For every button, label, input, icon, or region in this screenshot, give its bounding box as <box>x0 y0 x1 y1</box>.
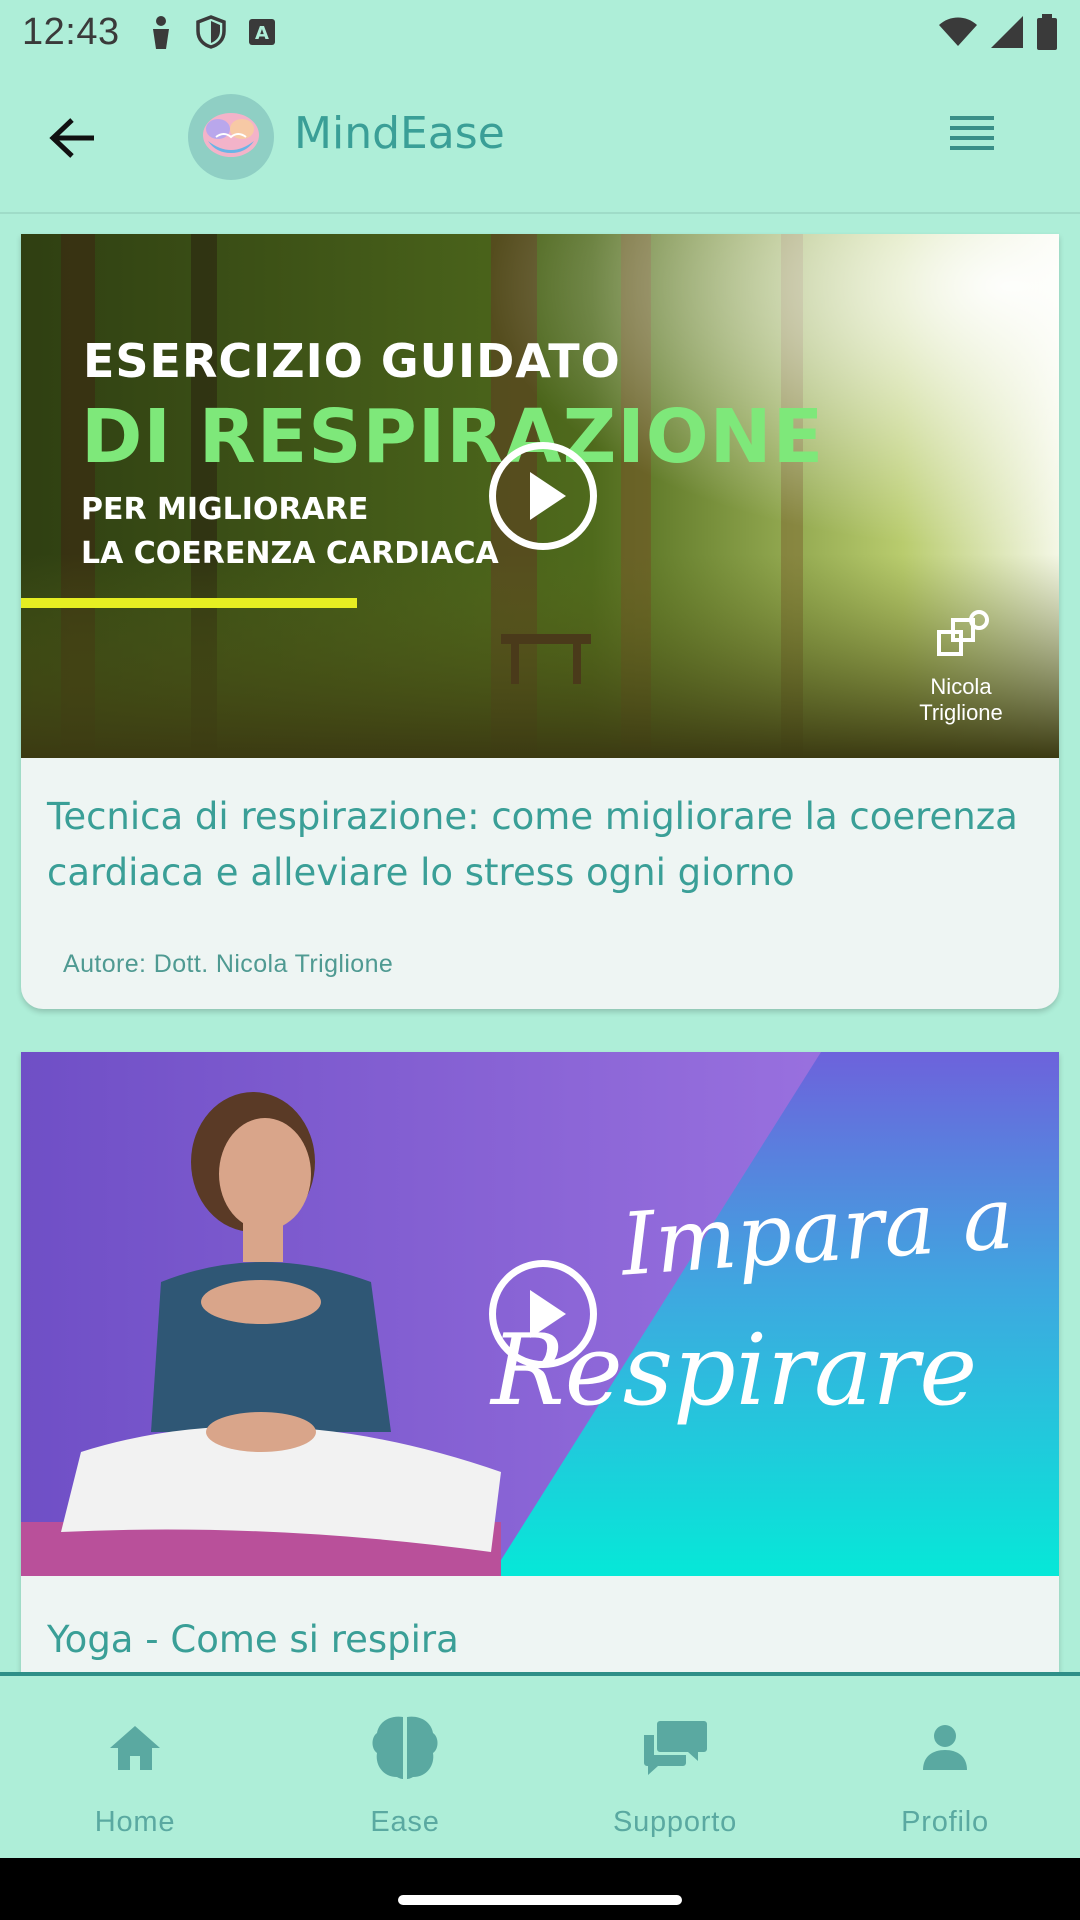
menu-button[interactable] <box>950 112 1000 162</box>
chat-icon <box>639 1712 711 1784</box>
battery-icon <box>1037 14 1057 50</box>
video-card[interactable]: Impara a Respirare Yoga - Come si respir… <box>21 1052 1059 1672</box>
svg-text:A: A <box>255 23 269 44</box>
nav-label: Home <box>94 1806 176 1838</box>
brand-cubes-icon <box>937 610 989 656</box>
brain-logo-icon <box>203 113 259 157</box>
play-button[interactable] <box>489 1260 597 1368</box>
thumbnail-subheading: LA COERENZA CARDIACA <box>81 536 499 571</box>
play-icon <box>530 472 566 520</box>
shield-icon <box>195 15 226 49</box>
app-title: MindEase <box>294 108 505 159</box>
play-icon <box>530 1290 566 1338</box>
arrow-back-icon <box>49 118 94 158</box>
nav-item-home[interactable]: Home <box>0 1676 270 1858</box>
thumbnail-heading-highlight: DI RESPIRAZIONE <box>81 394 825 480</box>
play-button[interactable] <box>489 442 597 550</box>
video-card[interactable]: ESERCIZIO GUIDATO DI RESPIRAZIONE PER MI… <box>21 234 1059 1009</box>
nav-item-profilo[interactable]: Profilo <box>810 1676 1080 1858</box>
person-icon <box>909 1712 981 1784</box>
nav-item-supporto[interactable]: Supporto <box>540 1676 810 1858</box>
nav-label: Profilo <box>901 1806 989 1838</box>
app-bar: MindEase <box>0 64 1080 212</box>
thumbnail-subheading: PER MIGLIORARE <box>81 492 369 527</box>
brain-icon <box>369 1712 441 1784</box>
thumbnail-accent-bar <box>21 598 357 608</box>
video-thumbnail[interactable]: ESERCIZIO GUIDATO DI RESPIRAZIONE PER MI… <box>21 234 1059 758</box>
system-navigation-area <box>0 1858 1080 1920</box>
keyboard-a-icon: A <box>248 19 275 45</box>
menu-lines-icon <box>950 116 994 150</box>
video-title[interactable]: Tecnica di respirazione: come migliorare… <box>47 789 1037 901</box>
video-thumbnail[interactable]: Impara a Respirare <box>21 1052 1059 1576</box>
thumbnail-heading: ESERCIZIO GUIDATO <box>83 334 621 388</box>
app-logo <box>188 94 274 180</box>
notification-person-icon <box>152 16 169 49</box>
nav-label: Supporto <box>612 1806 738 1838</box>
status-bar: 12:43 A <box>0 0 1080 64</box>
status-time: 12:43 <box>22 10 120 53</box>
bottom-navigation: Home Ease Supporto Profilo <box>0 1672 1080 1858</box>
video-list[interactable]: ESERCIZIO GUIDATO DI RESPIRAZIONE PER MI… <box>0 212 1080 1672</box>
home-gesture-handle[interactable] <box>398 1895 682 1905</box>
video-title[interactable]: Yoga - Come si respira <box>47 1612 1037 1668</box>
signal-icon <box>991 16 1023 48</box>
wifi-icon <box>939 17 977 46</box>
nav-item-ease[interactable]: Ease <box>270 1676 540 1858</box>
thumbnail-author: Nicola Triglione <box>919 674 1003 725</box>
home-icon <box>99 1712 171 1784</box>
video-author: Autore: Dott. Nicola Triglione <box>63 950 394 978</box>
nav-label: Ease <box>370 1806 440 1838</box>
back-button[interactable] <box>40 110 104 166</box>
